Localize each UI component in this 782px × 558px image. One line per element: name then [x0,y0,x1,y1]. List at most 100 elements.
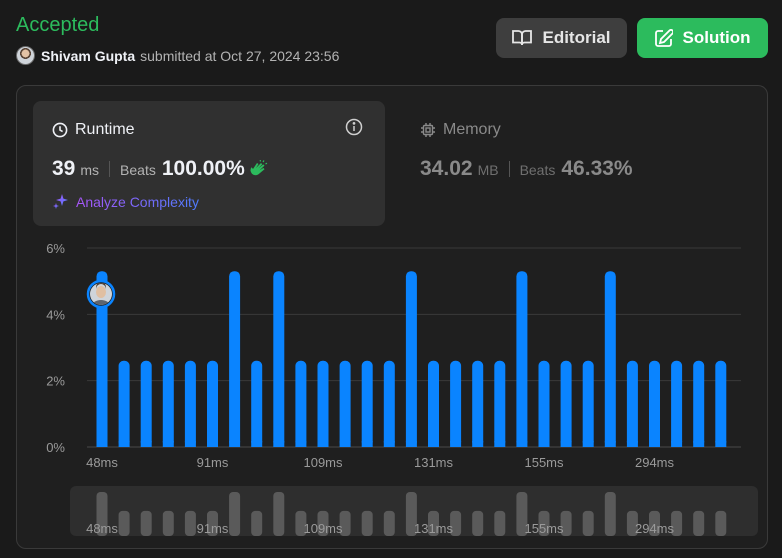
overview-bar [118,510,130,536]
runtime-distribution-chart[interactable]: 6% 4% 2% 0% 48ms 91ms 109ms 131ms 155ms 294ms 48… [17,236,767,548]
clapping-hands-icon [250,160,268,176]
x-tick-label: 48ms [86,455,118,470]
overview-x-tick-label: 294ms [635,521,675,536]
bar[interactable] [560,360,572,447]
bar[interactable] [118,360,130,447]
overview-x-tick-label: 91ms [197,521,229,536]
status-accepted: Accepted [16,14,100,36]
bar-base [671,441,683,447]
overview-bar [184,510,196,536]
memory-value: 34.02 [420,157,473,180]
divider [508,161,510,177]
bar-base [626,441,638,447]
bar[interactable] [229,271,241,447]
runtime-beats-label: Beats [120,162,156,178]
bar[interactable] [405,271,417,447]
bar-base [649,441,660,447]
bar[interactable] [649,360,660,447]
sparkle-icon [53,194,68,209]
runtime-card[interactable]: Runtime 39 ms Beats 100.00% Analyze Comp… [33,101,385,226]
bar[interactable] [273,271,285,447]
bar[interactable] [140,360,152,447]
bar-base [715,441,727,447]
bar[interactable] [604,271,616,447]
memory-title: Memory [420,121,501,139]
y-tick-label: 0% [46,440,65,455]
bar[interactable] [516,271,528,447]
overview-x-tick-label: 155ms [524,521,564,536]
avatar[interactable] [16,46,35,65]
bar-base [140,441,152,447]
overview-bar [140,510,152,536]
info-icon[interactable] [345,118,363,136]
editorial-label: Editorial [542,28,611,47]
overview-x-tick-label: 48ms [86,521,118,536]
bar[interactable] [317,360,329,447]
bar-base [339,441,351,447]
bar[interactable] [450,360,462,447]
memory-title-label: Memory [443,121,501,138]
runtime-metric: 39 ms Beats 100.00% [52,157,269,181]
overview-bar [582,510,594,536]
bar-base [693,441,705,447]
bar-base [582,441,594,447]
analyze-complexity-link[interactable]: Analyze Complexity [52,193,199,210]
bar[interactable] [715,360,727,447]
clock-icon [52,122,68,138]
overview-bar [361,510,373,536]
x-tick-label: 131ms [414,455,454,470]
memory-metric: 34.02 MB Beats 46.33% [420,157,633,181]
bar[interactable] [251,360,263,447]
runtime-beats-value: 100.00% [161,157,245,180]
memory-card[interactable]: Memory 34.02 MB Beats 46.33% [401,101,741,226]
bar-base [516,441,528,447]
overview-bar [472,510,484,536]
bar[interactable] [582,360,594,447]
bar[interactable] [295,360,307,447]
bar-base [428,441,439,447]
editorial-button[interactable]: Editorial [496,18,627,58]
bar[interactable] [207,360,218,447]
overview-bar [715,510,727,536]
x-tick-label: 109ms [303,455,343,470]
overview-bar [604,492,616,536]
edit-icon [654,29,673,47]
x-tick-label: 294ms [635,455,675,470]
user-position-avatar[interactable] [86,279,116,312]
y-tick-label: 4% [46,307,65,322]
bar[interactable] [428,360,439,447]
solution-button[interactable]: Solution [637,18,768,58]
bar[interactable] [671,360,683,447]
bar[interactable] [361,360,373,447]
bar[interactable] [383,360,395,447]
solution-label: Solution [682,28,751,47]
bar[interactable] [538,360,550,447]
bar[interactable] [162,360,174,447]
bar[interactable] [472,360,484,447]
bar[interactable] [693,360,705,447]
bar-base [383,441,395,447]
bar-base [184,441,196,447]
bar-base [207,441,218,447]
bar-base [96,441,108,447]
overview-bar [494,510,506,536]
overview-bar [693,510,705,536]
overview-bar [162,510,174,536]
submitted-time: submitted at Oct 27, 2024 23:56 [140,47,340,64]
overview-bar [229,492,241,536]
bar-base [450,441,462,447]
overview-bar [273,492,285,536]
bar-base [251,441,263,447]
bar[interactable] [339,360,351,447]
runtime-unit: ms [80,162,100,178]
bar-base [361,441,373,447]
bar-base [538,441,550,447]
username-link[interactable]: Shivam Gupta [41,48,135,64]
book-icon [512,30,533,46]
x-tick-label: 155ms [524,455,564,470]
memory-unit: MB [477,162,499,178]
chart-x-labels: 48ms 91ms 109ms 131ms 155ms 294ms [86,455,674,470]
bar[interactable] [184,360,196,447]
bar[interactable] [626,360,638,447]
bar[interactable] [494,360,506,447]
